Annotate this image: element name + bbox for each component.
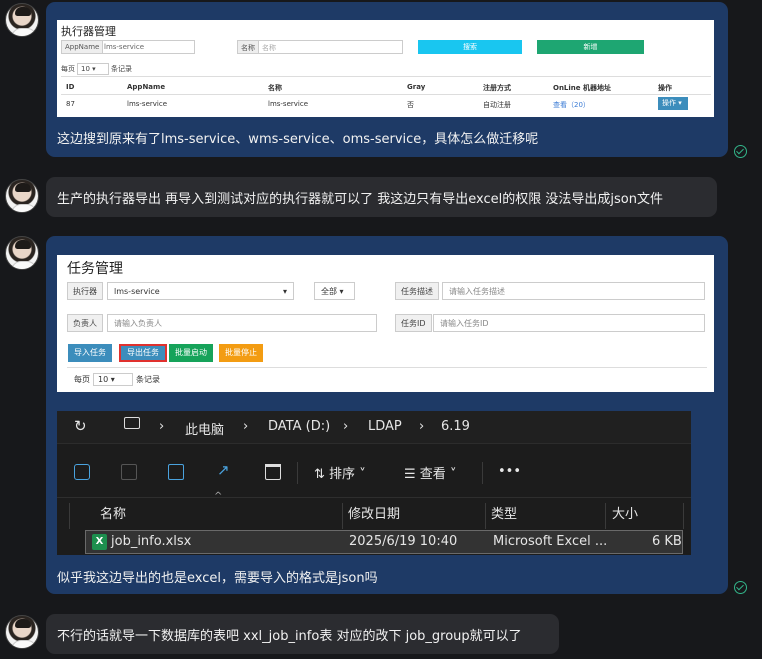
view-icon: ☰ [404, 467, 416, 482]
breadcrumb-item[interactable]: 此电脑 [185, 419, 224, 438]
status-select[interactable]: 全部 ▾ [314, 282, 355, 300]
more-button[interactable]: ••• [498, 464, 521, 479]
divider [61, 76, 711, 77]
column-date[interactable]: 修改日期 [348, 503, 400, 522]
table-cell: 87 [66, 100, 75, 108]
delete-icon[interactable] [265, 464, 281, 480]
column-type[interactable]: 类型 [491, 503, 517, 522]
executor-label: 执行器 [67, 282, 103, 300]
chevron-right-icon: › [419, 419, 425, 434]
search-button[interactable]: 搜索 [418, 40, 522, 54]
message-text: 生产的执行器导出 再导入到测试对应的执行器就可以了 我这边只有导出excel的权… [57, 192, 663, 207]
avatar[interactable] [5, 179, 39, 213]
per-page-select[interactable]: 10 ▾ [93, 373, 133, 386]
divider [69, 503, 70, 529]
file-size: 6 KB [652, 534, 682, 549]
col-header: ID [66, 83, 75, 91]
divider [342, 503, 343, 529]
divider [485, 503, 486, 529]
file-name: job_info.xlsx [111, 534, 192, 549]
batch-stop-button[interactable]: 批量停止 [219, 344, 263, 362]
chevron-right-icon: › [243, 419, 249, 434]
paste-icon[interactable] [121, 464, 137, 480]
address-bar[interactable]: ↻ › 此电脑 › DATA (D:) › LDAP › 6.19 [57, 411, 691, 444]
share-icon[interactable]: ↗ [217, 461, 233, 479]
refresh-icon[interactable]: ↻ [74, 417, 87, 435]
column-name[interactable]: 名称 [100, 503, 126, 522]
sort-button[interactable]: ⇅ 排序 ˅ [314, 463, 366, 482]
task-id-label: 任务ID [395, 314, 432, 332]
executor-select[interactable]: lms-service ▾ [107, 282, 294, 300]
divider [67, 367, 707, 368]
row-action-button[interactable]: 操作 ▾ [658, 97, 688, 110]
excel-file-icon: X [92, 534, 107, 550]
file-row[interactable]: X job_info.xlsx 2025/6/19 10:40 Microsof… [85, 530, 683, 554]
per-page: 每页 10 ▾ 条记录 [61, 63, 132, 75]
name-field[interactable]: 名称 名称 [237, 40, 403, 54]
message-text: 这边搜到原来有了lms-service、wms-service、oms-serv… [57, 132, 539, 147]
batch-start-button[interactable]: 批量启动 [169, 344, 213, 362]
col-header: AppName [127, 83, 166, 91]
copy-icon[interactable] [74, 464, 90, 480]
sort-icon: ⇅ [314, 467, 325, 482]
add-button[interactable]: 新增 [537, 40, 644, 54]
message-text: 不行的话就导一下数据库的表吧 xxl_job_info表 对应的改下 job_g… [57, 629, 522, 644]
rename-icon[interactable] [168, 464, 184, 480]
view-button[interactable]: ☰ 查看 ˅ [404, 463, 456, 482]
divider [683, 503, 684, 529]
view-link[interactable]: 查看（20） [553, 100, 590, 110]
breadcrumb-item[interactable]: DATA (D:) [268, 419, 330, 434]
table-cell: 自动注册 [483, 101, 511, 109]
owner-input[interactable]: 请输入负责人 [107, 314, 377, 332]
col-header: 操作 [658, 84, 672, 92]
table-cell: 否 [407, 101, 414, 109]
avatar[interactable] [5, 236, 39, 270]
computer-icon [124, 417, 140, 429]
appname-label: AppName [62, 41, 104, 53]
appname-value: lms-service [104, 43, 145, 51]
col-header: 名称 [268, 84, 282, 92]
breadcrumb-item[interactable]: LDAP [368, 419, 402, 434]
per-page: 每页 10 ▾ 条记录 [74, 373, 160, 386]
chevron-right-icon: › [159, 419, 165, 434]
owner-label: 负责人 [67, 314, 103, 332]
name-label: 名称 [238, 41, 259, 53]
task-id-input[interactable]: 请输入任务ID [433, 314, 705, 332]
name-placeholder: 名称 [262, 44, 276, 52]
screenshot-executor-management[interactable]: 执行器管理 AppName lms-service 名称 名称 搜索 新增 每页… [57, 20, 714, 117]
table-cell: lms-service [268, 100, 309, 108]
file-explorer-screenshot[interactable]: ↻ › 此电脑 › DATA (D:) › LDAP › 6.19 ↗ ⇅ 排序… [57, 411, 691, 555]
screenshot-task-management[interactable]: 任务管理 执行器 lms-service ▾ 全部 ▾ 任务描述 请输入任务描述 … [57, 255, 714, 392]
appname-field[interactable]: AppName lms-service [61, 40, 195, 54]
read-check-icon [734, 581, 747, 594]
page-title: 任务管理 [67, 261, 123, 277]
breadcrumb-item[interactable]: 6.19 [441, 419, 470, 434]
read-check-icon [734, 145, 747, 158]
avatar[interactable] [5, 615, 39, 649]
avatar[interactable] [5, 3, 39, 37]
import-task-button[interactable]: 导入任务 [68, 344, 112, 362]
chevron-right-icon: › [343, 419, 349, 434]
divider [61, 94, 711, 95]
task-desc-label: 任务描述 [395, 282, 439, 300]
file-date: 2025/6/19 10:40 [349, 534, 458, 549]
message-text: 似乎我这边导出的也是excel，需要导入的格式是json吗 [57, 571, 378, 586]
divider [297, 462, 298, 484]
divider [482, 462, 483, 484]
per-page-select[interactable]: 10 ▾ [77, 63, 109, 75]
file-type: Microsoft Excel ... [493, 534, 608, 549]
task-desc-input[interactable]: 请输入任务描述 [442, 282, 705, 300]
page-title: 执行器管理 [61, 25, 116, 38]
table-cell: lms-service [127, 100, 168, 108]
column-headers: 名称 修改日期 类型 大小 [57, 497, 691, 529]
toolbar: ↗ ⇅ 排序 ˅ ☰ 查看 ˅ ••• [57, 456, 691, 488]
col-header: OnLine 机器地址 [553, 84, 611, 92]
divider [605, 503, 606, 529]
column-size[interactable]: 大小 [612, 503, 638, 522]
export-task-button[interactable]: 导出任务 [119, 344, 167, 362]
col-header: 注册方式 [483, 84, 511, 92]
col-header: Gray [407, 83, 426, 91]
